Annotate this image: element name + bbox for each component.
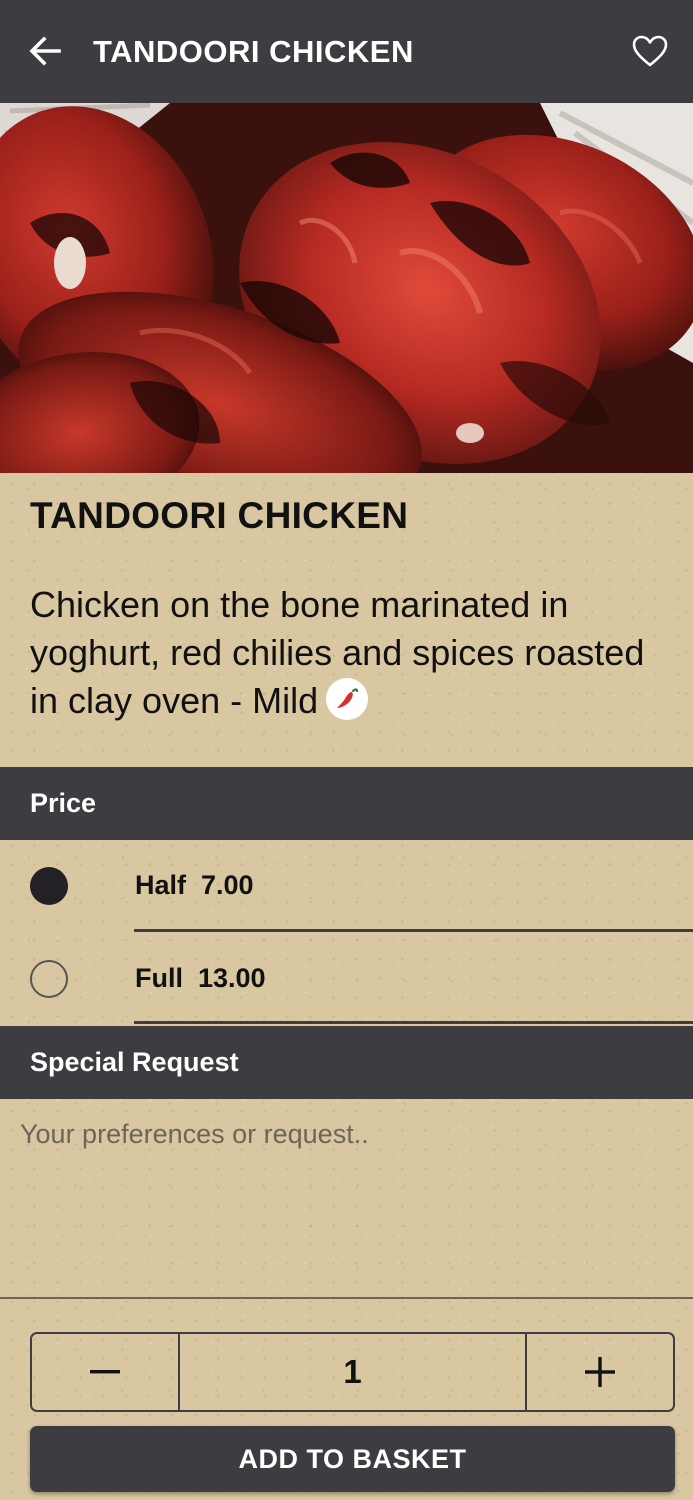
radio-selected[interactable] (30, 867, 68, 905)
increase-quantity-button[interactable] (525, 1334, 673, 1410)
chili-pepper-icon (326, 678, 369, 721)
special-request-label: Special Request (30, 1047, 239, 1077)
add-to-basket-button[interactable]: ADD TO BASKET (30, 1426, 675, 1492)
price-section-header: Price (0, 767, 693, 840)
page-title: TANDOORI CHICKEN (93, 34, 414, 69)
back-button[interactable] (22, 26, 68, 76)
plus-icon (585, 1357, 615, 1387)
item-title: TANDOORI CHICKEN (30, 495, 409, 536)
divider (0, 1297, 693, 1299)
item-description: Chicken on the bone marinated in yoghurt… (30, 581, 670, 725)
price-option-label: Full 13.00 (135, 963, 266, 993)
price-option-label: Half 7.00 (135, 870, 254, 900)
quantity-value: 1 (343, 1353, 362, 1390)
app-bar: TANDOORI CHICKEN (0, 0, 693, 103)
favorite-button[interactable] (625, 26, 675, 76)
arrow-left-icon (29, 36, 61, 66)
divider (134, 929, 693, 932)
heart-outline-icon (632, 35, 668, 67)
minus-icon (90, 1370, 120, 1374)
quantity-stepper: 1 (30, 1332, 675, 1412)
special-request-header: Special Request (0, 1026, 693, 1099)
price-option-half[interactable]: Half 7.00 (0, 840, 693, 932)
radio-unselected[interactable] (30, 960, 68, 998)
divider (134, 1021, 693, 1024)
price-option-full[interactable]: Full 13.00 (0, 933, 693, 1025)
price-section-label: Price (30, 788, 97, 818)
special-request-input[interactable] (0, 1099, 693, 1297)
decrease-quantity-button[interactable] (32, 1334, 180, 1410)
dish-photo (0, 103, 693, 473)
item-details: TANDOORI CHICKEN Chicken on the bone mar… (0, 473, 693, 1500)
